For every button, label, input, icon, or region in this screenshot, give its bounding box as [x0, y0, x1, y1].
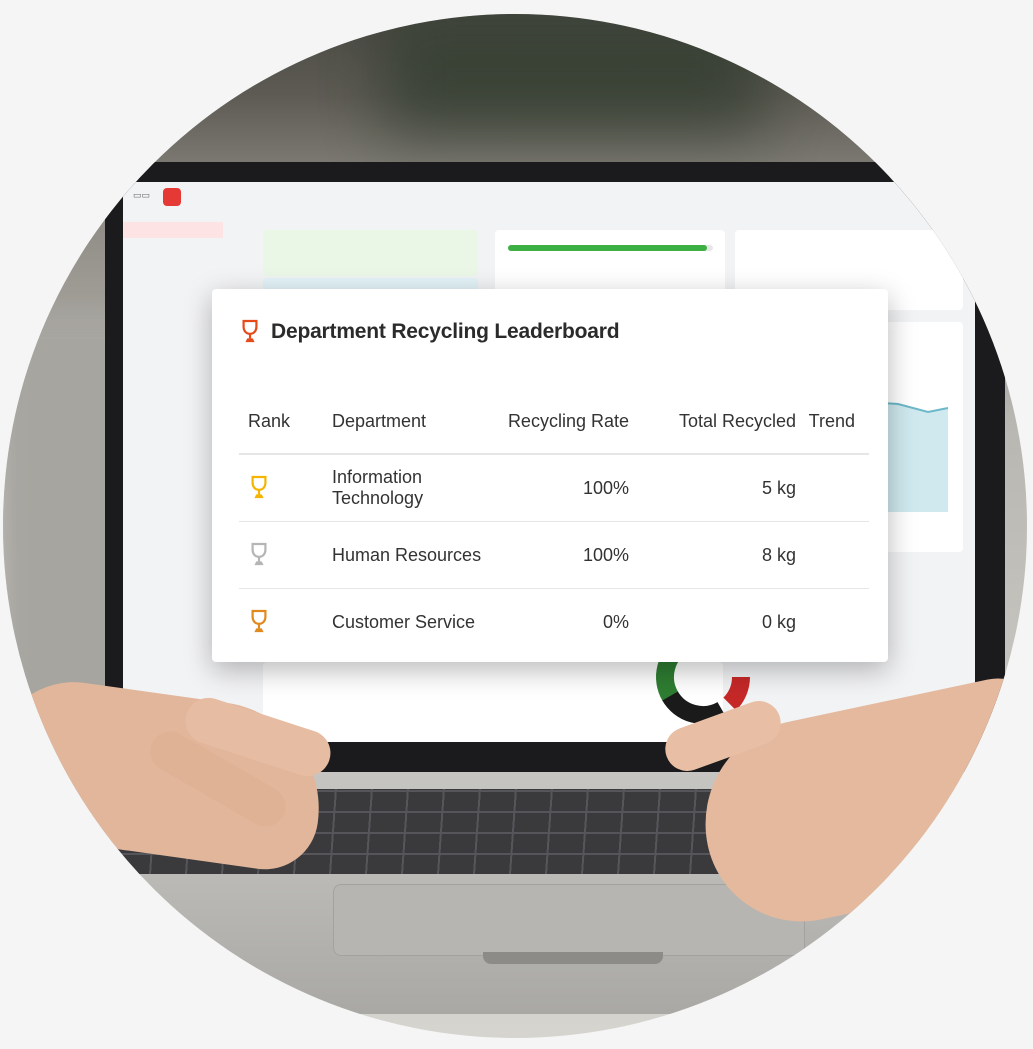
column-header-rank: Rank: [239, 389, 331, 455]
column-header-total-recycled: Total Recycled: [630, 389, 797, 455]
table-row[interactable]: Human Resources 100% 8 kg: [239, 521, 869, 589]
dashboard-brand-badge: [163, 188, 181, 206]
progress-bar: [508, 245, 713, 251]
recycling-rate: 100%: [503, 454, 630, 522]
silver-trophy-icon: [251, 542, 267, 566]
sidebar-item[interactable]: [123, 222, 223, 238]
column-header-recycling-rate: Recycling Rate: [503, 389, 630, 455]
total-recycled: 0 kg: [761, 611, 796, 632]
bronze-trophy-icon: [251, 609, 267, 633]
table-row[interactable]: Information Technology 100% 5 kg: [239, 454, 869, 522]
total-recycled: 8 kg: [630, 521, 797, 589]
trend: [797, 589, 869, 656]
department-name: Human Resources: [331, 521, 503, 589]
sidebar-item[interactable]: [123, 238, 223, 254]
column-header-department: Department: [331, 389, 503, 455]
leaderboard-table: Rank Department Recycling Rate Total Rec…: [239, 389, 869, 655]
total-recycled: 5 kg: [630, 454, 797, 522]
trophy-icon: [242, 319, 258, 343]
leaderboard-card: Department Recycling Leaderboard Rank De…: [212, 289, 888, 662]
laptop-hinge: [483, 952, 663, 964]
leaderboard-header: Department Recycling Leaderboard: [239, 319, 620, 345]
column-header-trend: Trend: [797, 389, 869, 455]
leaderboard-title: Department Recycling Leaderboard: [271, 320, 620, 343]
sidebar-item[interactable]: [123, 254, 223, 270]
department-name: Information Technology: [331, 454, 503, 522]
notice-card: [263, 230, 478, 276]
dashboard-logo: ▭▭: [133, 190, 151, 200]
trend: [797, 454, 869, 522]
table-header-row: Rank Department Recycling Rate Total Rec…: [239, 389, 869, 455]
table-row[interactable]: Customer Service 0% 0 kg: [239, 589, 869, 656]
background-foliage: [383, 14, 763, 134]
sidebar-item[interactable]: [123, 270, 223, 286]
progress-bar-fill: [508, 245, 707, 251]
trend: [797, 521, 869, 589]
recycling-rate: 0%: [602, 611, 629, 632]
dashboard-sidebar: [123, 222, 223, 742]
recycling-rate: 100%: [503, 521, 630, 589]
gold-trophy-icon: [251, 475, 267, 499]
department-name: Customer Service: [332, 611, 476, 632]
